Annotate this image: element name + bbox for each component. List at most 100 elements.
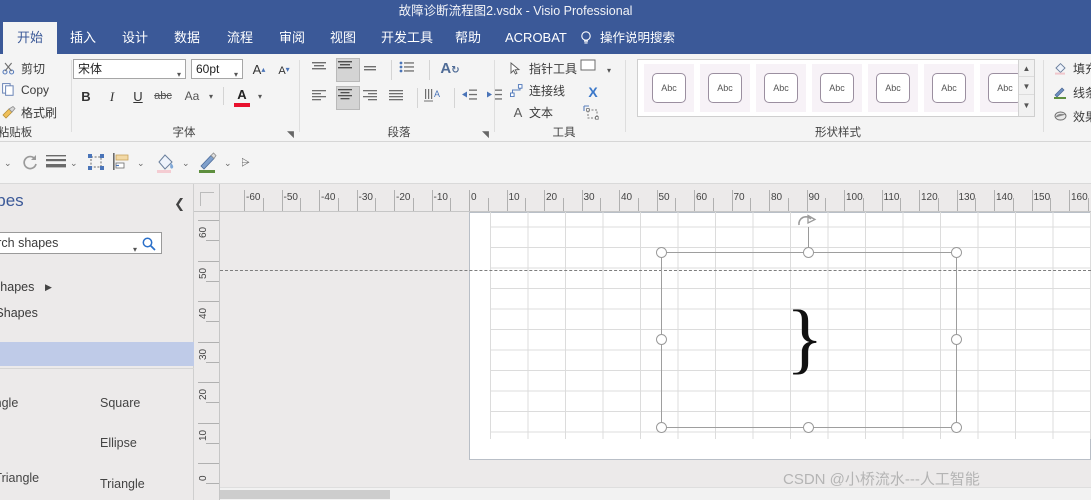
vertical-ruler[interactable]: 60 50 40 30 20 10 0: [194, 212, 220, 500]
qat-line-weight-caret-icon[interactable]: ⌄: [70, 152, 78, 174]
delete-button[interactable]: X: [582, 82, 604, 103]
resize-handle-e[interactable]: [951, 334, 962, 345]
align-center-icon[interactable]: [336, 86, 360, 110]
qat-fill-caret-icon[interactable]: ⌄: [182, 152, 190, 174]
decrease-indent-icon[interactable]: [460, 88, 484, 109]
style-thumb-6[interactable]: Abc: [924, 64, 974, 112]
resize-handle-sw[interactable]: [656, 422, 667, 433]
resize-handle-n[interactable]: [803, 247, 814, 258]
resize-handle-ne[interactable]: [951, 247, 962, 258]
tab-kaifagongju[interactable]: 开发工具: [370, 22, 444, 54]
shape-item-triangle-label[interactable]: Triangle: [100, 477, 145, 491]
grow-font-button[interactable]: A▴: [248, 59, 270, 80]
qat-more-icon[interactable]: ⩥: [241, 152, 250, 174]
qat-line-color-icon[interactable]: [198, 152, 220, 174]
style-thumb-1[interactable]: Abc: [644, 64, 694, 112]
align-right-icon[interactable]: [362, 88, 386, 109]
tab-shuju[interactable]: 数据: [163, 22, 211, 54]
search-icon[interactable]: [141, 236, 157, 252]
text-direction-icon[interactable]: A↻: [437, 58, 463, 82]
ruler-corner[interactable]: [194, 184, 220, 212]
tab-acrobat[interactable]: ACROBAT: [494, 22, 578, 54]
shapes-search-input[interactable]: Search shapes ▾: [0, 232, 162, 254]
pointer-group-icon[interactable]: [582, 104, 604, 125]
tab-sheji[interactable]: 设计: [111, 22, 159, 54]
horizontal-ruler[interactable]: -60 -50 -40 -30 -20 -10 0 10 20 30 40 50 60 70 80 90 100…: [220, 184, 1091, 212]
qat-group-icon[interactable]: [86, 152, 106, 174]
strikethrough-button[interactable]: abc: [152, 86, 174, 107]
chevron-down-icon[interactable]: ▾: [133, 240, 137, 260]
shape-item-ellipse-label[interactable]: Ellipse: [100, 436, 137, 450]
align-top-icon[interactable]: [311, 60, 335, 81]
italic-button[interactable]: I: [101, 86, 123, 107]
connector-button[interactable]: 连接线: [510, 82, 565, 99]
tab-charu[interactable]: 插入: [59, 22, 107, 54]
effects-button[interactable]: 效果: [1054, 108, 1091, 125]
shape-item-right-triangle-label[interactable]: Right Triangle: [0, 471, 39, 486]
font-dialog-launcher[interactable]: ◥: [287, 129, 297, 139]
align-justify-icon[interactable]: [388, 88, 412, 109]
underline-button[interactable]: U: [127, 86, 149, 107]
shape-styles-gallery[interactable]: Abc Abc Abc Abc Abc Abc Abc ▲ ▼ ▼: [637, 59, 1035, 117]
rectangle-tool-caret-icon[interactable]: ▾: [603, 60, 615, 81]
tell-me-box[interactable]: 操作说明搜索: [580, 22, 675, 54]
qat-align-icon[interactable]: [112, 152, 132, 174]
style-thumb-4[interactable]: Abc: [812, 64, 862, 112]
rotation-handle-icon[interactable]: [796, 214, 820, 230]
shape-item-rectangle-label[interactable]: Rectangle: [0, 396, 18, 410]
change-case-caret-icon[interactable]: ▾: [205, 86, 217, 107]
gallery-scroll-up[interactable]: ▲: [1019, 60, 1034, 77]
gallery-scroll-more[interactable]: ▼: [1019, 97, 1034, 114]
resize-handle-se[interactable]: [951, 422, 962, 433]
tab-liucheng[interactable]: 流程: [216, 22, 264, 54]
cut-button[interactable]: 剪切: [2, 60, 45, 77]
align-left-icon[interactable]: [311, 88, 335, 109]
ruler-label: 100: [846, 192, 863, 203]
change-case-button[interactable]: Aa: [178, 86, 206, 107]
align-bottom-icon[interactable]: [362, 60, 386, 81]
text-tool-button[interactable]: A 文本: [510, 104, 553, 121]
selected-shape[interactable]: }: [656, 214, 962, 433]
bullets-icon[interactable]: [399, 60, 423, 81]
shrink-font-button[interactable]: A▾: [273, 59, 295, 80]
font-family-combo[interactable]: 宋体 ▾: [73, 59, 186, 79]
qat-dropdown-caret-icon[interactable]: ⌄: [4, 152, 12, 174]
gallery-scrollbar[interactable]: ▲ ▼ ▼: [1018, 60, 1034, 116]
shapes-more-group[interactable]: More Shapes ▶: [0, 280, 52, 294]
font-color-button[interactable]: A: [231, 84, 253, 108]
pointer-tool-button[interactable]: 指针工具: [510, 60, 577, 77]
line-button[interactable]: 线条: [1054, 84, 1091, 101]
qat-fill-color-icon[interactable]: [155, 152, 177, 174]
style-thumb-3[interactable]: Abc: [756, 64, 806, 112]
qat-align-caret-icon[interactable]: ⌄: [137, 152, 145, 174]
tab-shenyue[interactable]: 审阅: [268, 22, 316, 54]
style-thumb-5[interactable]: Abc: [868, 64, 918, 112]
bold-button[interactable]: B: [75, 86, 97, 107]
resize-handle-w[interactable]: [656, 334, 667, 345]
format-painter-button[interactable]: 格式刷: [2, 104, 57, 121]
paragraph-dialog-launcher[interactable]: ◥: [482, 129, 492, 139]
resize-handle-nw[interactable]: [656, 247, 667, 258]
font-color-caret-icon[interactable]: ▾: [254, 86, 266, 107]
fill-button[interactable]: 填充: [1054, 60, 1091, 77]
drawing-canvas[interactable]: }: [220, 212, 1091, 500]
qat-line-caret-icon[interactable]: ⌄: [224, 152, 232, 174]
style-thumb-2[interactable]: Abc: [700, 64, 750, 112]
align-middle-icon[interactable]: [336, 58, 360, 82]
vertical-text-icon[interactable]: A: [423, 88, 449, 109]
chevron-left-icon[interactable]: ❮: [174, 196, 185, 212]
shape-item-square-label[interactable]: Square: [100, 396, 140, 410]
shapes-selected-stencil[interactable]: [0, 342, 194, 366]
scrollbar-thumb[interactable]: [220, 490, 390, 499]
font-size-combo[interactable]: 60pt ▾: [191, 59, 243, 79]
tab-kaishi[interactable]: 开始: [3, 22, 57, 54]
gallery-scroll-down[interactable]: ▼: [1019, 78, 1034, 95]
copy-button[interactable]: Copy: [2, 82, 49, 97]
qat-line-weight-icon[interactable]: [45, 152, 67, 174]
qat-redo-icon[interactable]: [20, 152, 40, 174]
tab-shitu[interactable]: 视图: [319, 22, 367, 54]
tab-bangzhu[interactable]: 帮助: [444, 22, 492, 54]
resize-handle-s[interactable]: [803, 422, 814, 433]
shapes-quick-group[interactable]: Quick Shapes: [0, 306, 38, 320]
rectangle-tool-icon[interactable]: [580, 59, 602, 80]
